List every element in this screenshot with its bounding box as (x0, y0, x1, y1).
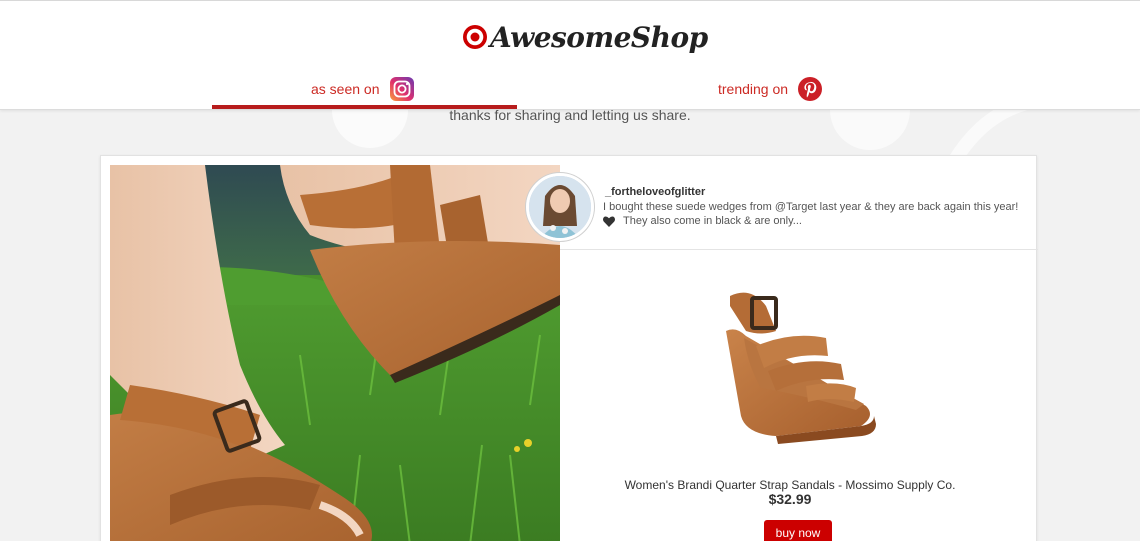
caption-line-1: I bought these suede wedges from @Target… (603, 201, 1019, 213)
pinterest-icon (798, 77, 823, 101)
post-caption: I bought these suede wedges from @Target… (603, 200, 1023, 228)
product-image[interactable] (716, 276, 886, 446)
brand-logo[interactable]: AwesomeShop (462, 17, 708, 57)
wedge-sandals-photo (110, 165, 560, 541)
caption-line-2: They also come in black & are only... (623, 215, 802, 227)
instagram-icon (389, 77, 414, 101)
user-avatar-image (529, 176, 591, 238)
brand-name: AwesomeShop (490, 20, 708, 54)
divider (560, 249, 1038, 250)
post-card: _fortheloveofglitter I bought these sued… (100, 155, 1038, 541)
tab-pinterest[interactable]: trending on (718, 73, 823, 105)
tab-pinterest-label: trending on (718, 81, 789, 97)
site-header: AwesomeShop as seen on trending on (0, 0, 1140, 110)
target-logo-icon (463, 25, 487, 49)
post-username[interactable]: _fortheloveofglitter (605, 186, 705, 198)
buy-now-button[interactable]: buy now (764, 520, 832, 541)
tab-instagram-label: as seen on (311, 81, 380, 97)
tab-instagram[interactable]: as seen on (311, 73, 414, 105)
avatar[interactable] (526, 173, 594, 241)
product-price: $32.99 (768, 491, 812, 507)
post-photo[interactable] (110, 165, 560, 541)
product-name[interactable]: Women's Brandi Quarter Strap Sandals - M… (560, 478, 1020, 492)
active-tab-indicator (212, 105, 517, 109)
heart-icon (603, 215, 615, 227)
wedge-sandal-product-image (726, 292, 876, 444)
caption-line-2-row: They also come in black & are only... (603, 214, 1023, 228)
